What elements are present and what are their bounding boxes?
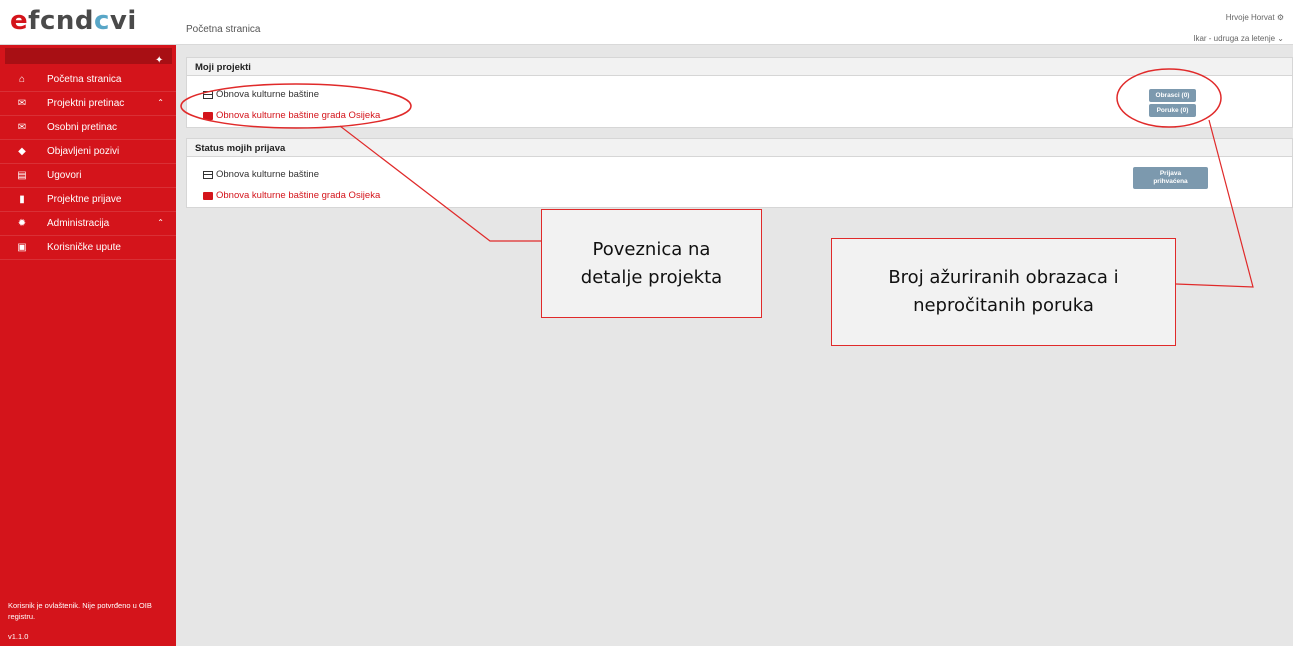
chevron-up-icon: ⌃ (157, 98, 164, 107)
gear-icon: ✹ (17, 218, 27, 229)
footer-note: Korisnik je ovlaštenik. Nije potvrđeno u… (8, 601, 152, 621)
list-icon: ▤ (17, 170, 27, 181)
project-link[interactable]: Obnova kulturne baštine (203, 89, 319, 100)
sidebar-item-korisnicke-upute[interactable]: ▣ Korisničke upute (0, 236, 176, 260)
sidebar-item-osobni-pretinac[interactable]: ✉ Osobni pretinac (0, 116, 176, 140)
panel-title: Status mojih prijava (187, 139, 1292, 157)
sidebar-item-objavljeni-pozivi[interactable]: ◆ Objavljeni pozivi (0, 140, 176, 164)
user-name: Hrvoje Horvat (1225, 13, 1275, 22)
gear-icon[interactable]: ⚙ (1277, 13, 1284, 22)
chevron-down-icon: ⌄ (1277, 34, 1284, 43)
sidebar-item-ugovori[interactable]: ▤ Ugovori (0, 164, 176, 188)
efondovi-logo[interactable]: efcndcvi (10, 6, 137, 36)
application-details-link[interactable]: Obnova kulturne baštine grada Osijeka (203, 190, 380, 201)
version-label: v1.1.0 (8, 632, 29, 641)
home-icon: ⌂ (18, 74, 26, 85)
folder-icon (203, 191, 213, 200)
messages-badge-button[interactable]: Poruke (0) (1149, 104, 1196, 117)
status-line: prihvaćena (1153, 178, 1188, 185)
organization-selector[interactable]: Ikar - udruga za letenje ⌄ (1193, 34, 1284, 43)
application-link[interactable]: Obnova kulturne baštine (203, 169, 319, 180)
organization-name: Ikar - udruga za letenje (1193, 34, 1276, 43)
bookmark-icon: ▮ (19, 194, 25, 205)
status-badge[interactable]: Prijava prihvaćena (1133, 167, 1208, 189)
sidebar-item-label: Početna stranica (47, 74, 122, 85)
sidebar-item-label: Projektne prijave (47, 194, 122, 205)
user-menu[interactable]: Hrvoje Horvat ⚙ (1226, 13, 1284, 22)
tags-icon: ◆ (18, 146, 26, 157)
project-name: Obnova kulturne baštine (216, 89, 319, 100)
sidebar-nav: ⌂ Početna stranica ✉ Projektni pretinac … (0, 68, 176, 260)
annotation-callout-project-link: Poveznica na detalje projekta (541, 209, 762, 318)
chevron-up-icon: ⌃ (157, 218, 164, 227)
sidebar-item-projektne-prijave[interactable]: ▮ Projektne prijave (0, 188, 176, 212)
sidebar-item-label: Ugovori (47, 170, 82, 181)
pdf-icon: ▣ (17, 242, 27, 253)
envelope-icon: ✉ (17, 98, 27, 109)
logo-part: c (94, 6, 110, 36)
envelope-icon: ✉ (17, 122, 27, 133)
callout-text: Broj ažuriranih obrazaca i (888, 267, 1119, 288)
status-line: Prijava (1159, 170, 1182, 177)
top-bar: efcndcvi Početna stranica Hrvoje Horvat … (0, 0, 1293, 45)
callout-text: detalje projekta (580, 266, 723, 288)
sidebar-item-pocetna[interactable]: ⌂ Početna stranica (0, 68, 176, 92)
logo-part: e (10, 6, 29, 36)
folder-icon (203, 111, 213, 120)
sidebar-item-projektni-pretinac[interactable]: ✉ Projektni pretinac ⌃ (0, 92, 176, 116)
logo-part: nd (55, 6, 94, 36)
logo-part: fc (28, 6, 56, 36)
sidebar: ✦ ⌂ Početna stranica ✉ Projektni pretina… (0, 45, 176, 646)
sidebar-item-label: Korisničke upute (47, 242, 121, 253)
sidebar-item-label: Objavljeni pozivi (47, 146, 120, 157)
project-name: Obnova kulturne baštine grada Osijeka (216, 110, 381, 121)
projects-panel: Moji projekti Obnova kulturne baštine Ob… (186, 57, 1293, 128)
annotation-callout-badges: Broj ažuriranih obrazaca i nepročitanih … (831, 238, 1176, 346)
sidebar-item-label: Administracija (47, 218, 110, 229)
project-name: Obnova kulturne baštine grada Osijeka (216, 190, 381, 201)
pin-icon[interactable]: ✦ (155, 55, 163, 66)
panel-title: Moji projekti (187, 58, 1292, 76)
breadcrumb[interactable]: Početna stranica (186, 24, 261, 35)
sidebar-item-administracija[interactable]: ✹ Administracija ⌃ (0, 212, 176, 236)
callout-text: nepročitanih poruka (913, 295, 1094, 316)
project-name: Obnova kulturne baštine (216, 169, 319, 180)
table-icon (203, 90, 213, 99)
sidebar-item-label: Projektni pretinac (47, 98, 125, 109)
project-details-link[interactable]: Obnova kulturne baštine grada Osijeka (203, 110, 380, 121)
application-status-panel: Status mojih prijava Obnova kulturne baš… (186, 138, 1293, 208)
sidebar-header (5, 48, 172, 64)
sidebar-item-label: Osobni pretinac (47, 122, 118, 133)
forms-badge-button[interactable]: Obrasci (0) (1149, 89, 1196, 102)
callout-text: Poveznica na (592, 238, 711, 260)
table-icon (203, 170, 213, 179)
logo-part: vi (109, 6, 137, 36)
